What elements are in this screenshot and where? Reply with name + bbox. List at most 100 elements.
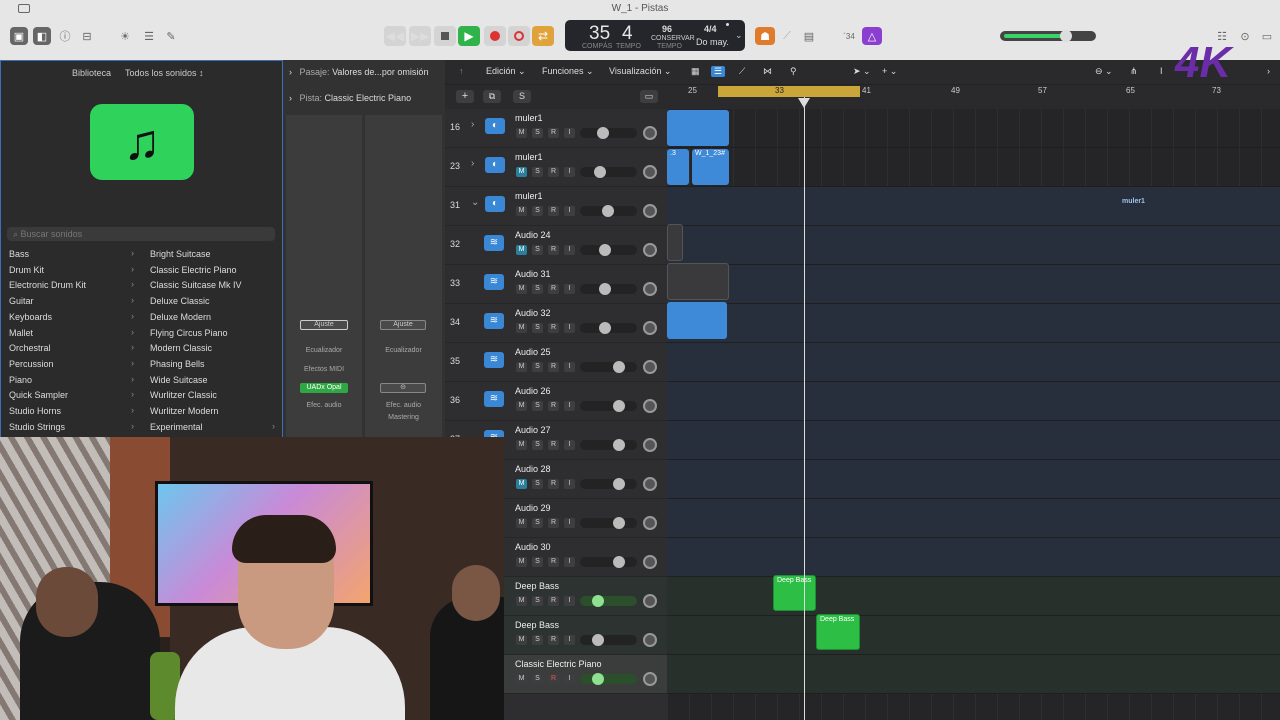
track-lane[interactable]	[667, 304, 1280, 343]
input-monitor-button[interactable]: I	[564, 440, 575, 450]
pencil-tool-icon[interactable]: + ⌄	[882, 66, 897, 77]
track-name[interactable]: Audio 30	[515, 542, 551, 552]
mute-button[interactable]: M	[516, 479, 527, 489]
add-track-button[interactable]: +	[456, 90, 474, 103]
record-enable-button[interactable]: R	[548, 401, 559, 411]
view-menu[interactable]: Visualización ⌄	[609, 66, 671, 77]
global-solo-button[interactable]: S	[513, 90, 531, 103]
library-category-item[interactable]: Mallet	[9, 326, 33, 341]
volume-fader-knob[interactable]	[613, 478, 625, 490]
pan-knob[interactable]	[643, 360, 657, 374]
pan-knob[interactable]	[643, 438, 657, 452]
volume-fader[interactable]	[580, 595, 637, 607]
solo-button[interactable]: S	[532, 128, 543, 138]
volume-fader-knob[interactable]	[613, 400, 625, 412]
record-enable-button[interactable]: R	[548, 674, 559, 684]
count-in-icon[interactable]: ☗	[755, 27, 775, 45]
input-monitor-button[interactable]: I	[564, 167, 575, 177]
volume-fader-knob[interactable]	[597, 127, 609, 139]
library-category-item[interactable]: Guitar	[9, 294, 34, 309]
smart-controls-icon[interactable]: ☀	[118, 27, 132, 45]
track-name[interactable]: Audio 29	[515, 503, 551, 513]
volume-fader-knob[interactable]	[613, 439, 625, 451]
metronome-icon[interactable]: △	[862, 27, 882, 45]
track-lane[interactable]	[667, 421, 1280, 460]
region-deep-bass-2[interactable]: Deep Bass	[816, 614, 860, 650]
pan-knob[interactable]	[643, 672, 657, 686]
track-name[interactable]: Deep Bass	[515, 581, 559, 591]
library-category-item[interactable]: Studio Strings	[9, 420, 65, 435]
input-monitor-button[interactable]: I	[564, 596, 575, 606]
track-options-icon[interactable]: ▭	[640, 90, 658, 103]
edit-menu[interactable]: Edición ⌄	[486, 66, 526, 77]
cycle-area[interactable]	[718, 86, 860, 97]
track-lane[interactable]	[667, 655, 1280, 694]
solo-button[interactable]: S	[532, 362, 543, 372]
track-header[interactable]: 33 ≋ Audio 31 M S R I	[445, 265, 667, 304]
pan-knob[interactable]	[643, 555, 657, 569]
track-name[interactable]: Audio 28	[515, 464, 551, 474]
volume-fader[interactable]	[580, 244, 637, 256]
play-button[interactable]: ▶	[458, 26, 480, 46]
volume-fader[interactable]	[580, 517, 637, 529]
cycle-button[interactable]: ⇄	[532, 26, 554, 46]
library-sound-item[interactable]: Classic Suitcase Mk IV	[150, 278, 242, 293]
mute-button[interactable]: M	[516, 284, 527, 294]
mute-button[interactable]: M	[516, 596, 527, 606]
record-enable-button[interactable]: R	[548, 635, 559, 645]
library-sound-item[interactable]: Phasing Bells	[150, 357, 205, 372]
track-lane[interactable]	[667, 187, 1280, 226]
volume-fader[interactable]	[580, 439, 637, 451]
solo-button[interactable]: S	[532, 635, 543, 645]
region-inspector-row[interactable]: › Pasaje: Valores de...por omisión	[289, 67, 428, 77]
solo-button[interactable]: S	[532, 167, 543, 177]
track-name[interactable]: Classic Electric Piano	[515, 659, 602, 669]
grid-icon[interactable]: ▦	[691, 66, 700, 77]
mute-button[interactable]: M	[516, 362, 527, 372]
library-sound-item[interactable]: Experimental	[150, 420, 203, 435]
solo-button[interactable]: S	[532, 596, 543, 606]
volume-fader-knob[interactable]	[599, 244, 611, 256]
pan-knob[interactable]	[643, 516, 657, 530]
track-lane[interactable]	[667, 343, 1280, 382]
waveform-zoom-icon[interactable]: ⋔	[1130, 66, 1138, 77]
volume-fader[interactable]	[580, 127, 637, 139]
inspector-button[interactable]: ◧	[33, 27, 51, 45]
volume-fader[interactable]	[580, 361, 637, 373]
track-header[interactable]: 23 › ◐ muler1 M S R I	[445, 148, 667, 187]
input-monitor-button[interactable]: I	[564, 557, 575, 567]
region-muler1-31[interactable]: muler1	[1119, 197, 1159, 211]
pan-knob[interactable]	[643, 282, 657, 296]
input-monitor-button[interactable]: I	[564, 323, 575, 333]
record-enable-button[interactable]: R	[548, 518, 559, 528]
input-monitor-button[interactable]: I	[564, 635, 575, 645]
library-category-item[interactable]: Quick Sampler	[9, 388, 68, 403]
pan-knob[interactable]	[643, 126, 657, 140]
playhead[interactable]	[804, 97, 805, 720]
track-name[interactable]: Audio 26	[515, 386, 551, 396]
link-icon[interactable]: ⊝	[380, 383, 426, 393]
track-name[interactable]: muler1	[515, 191, 543, 201]
library-category-item[interactable]: Piano	[9, 373, 32, 388]
solo-button[interactable]: S	[532, 284, 543, 294]
library-sound-item[interactable]: Modern Classic	[150, 341, 212, 356]
quick-help-icon[interactable]: ⓘ	[58, 27, 72, 45]
track-lane[interactable]	[667, 382, 1280, 421]
input-monitor-button[interactable]: I	[564, 518, 575, 528]
volume-fader-knob[interactable]	[592, 673, 604, 685]
record-enable-button[interactable]: R	[548, 479, 559, 489]
solo-button[interactable]: S	[532, 323, 543, 333]
cpu-meter[interactable]: ´34	[838, 27, 860, 45]
record-enable-button[interactable]: R	[548, 557, 559, 567]
list-icon[interactable]: ▤	[802, 27, 816, 45]
library-sound-item[interactable]: Wide Suitcase	[150, 373, 208, 388]
track-name[interactable]: Audio 27	[515, 425, 551, 435]
volume-fader[interactable]	[580, 166, 637, 178]
library-button[interactable]: ▣	[10, 27, 28, 45]
solo-button[interactable]: S	[532, 557, 543, 567]
volume-fader-knob[interactable]	[613, 517, 625, 529]
region-audio31[interactable]	[667, 263, 729, 300]
up-arrow-icon[interactable]: ↑	[459, 66, 464, 76]
volume-fader[interactable]	[580, 478, 637, 490]
input-monitor-button[interactable]: I	[564, 401, 575, 411]
